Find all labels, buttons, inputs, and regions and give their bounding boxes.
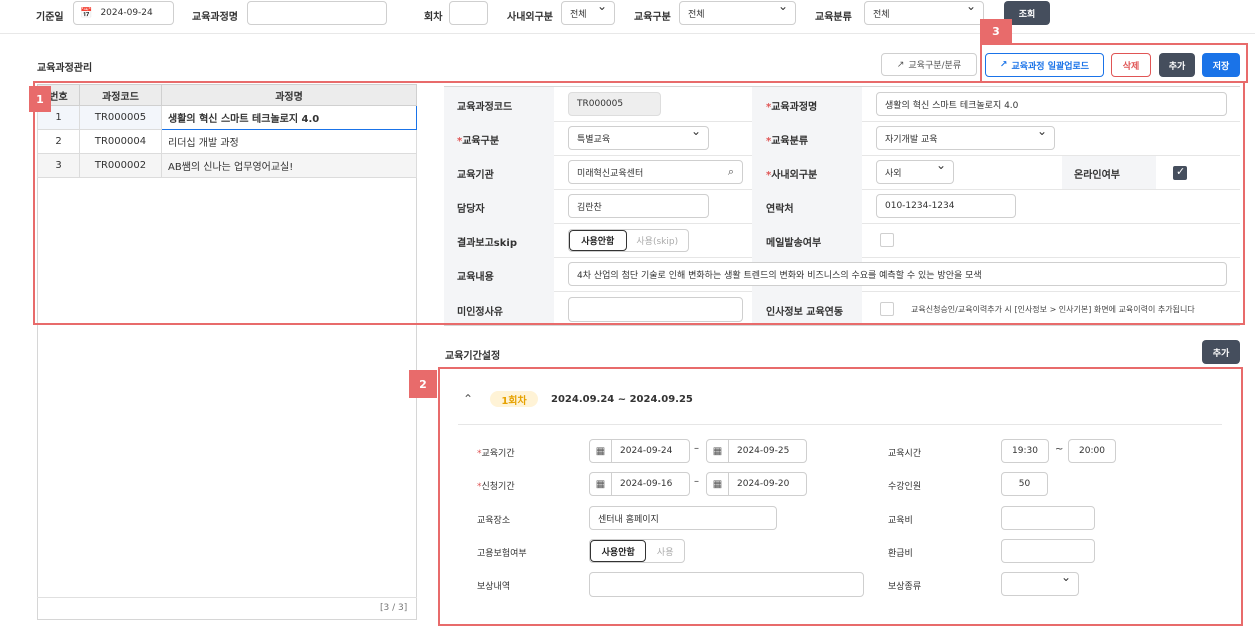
course-name-label: 교육과정명 <box>192 12 238 23</box>
list-footer-divider <box>37 597 417 598</box>
calendar-icon: 📅 <box>80 7 93 19</box>
base-date-label: 기준일 <box>36 12 64 23</box>
inout-label: 사내외구분 <box>507 12 553 23</box>
form-bottom-border <box>444 325 1240 326</box>
annotation-tag-1: 1 <box>29 86 51 112</box>
period-title: 교육기간설정 <box>445 351 501 362</box>
inout-select[interactable]: 전체 <box>561 1 615 25</box>
round-input[interactable] <box>449 1 488 25</box>
edu-type-label: 교육구분 <box>634 12 671 23</box>
base-date-input[interactable]: 📅 2024-09-24 <box>73 1 174 25</box>
category-button[interactable]: ↗ 교육구분/분류 <box>881 53 977 76</box>
annotation-tag-2: 2 <box>409 370 437 398</box>
annotation-box-2 <box>438 367 1243 626</box>
edu-type-select[interactable]: 전체 <box>679 1 796 25</box>
search-bar: 기준일 📅 2024-09-24 교육과정명 회차 사내외구분 전체 교육구분 … <box>0 0 1255 34</box>
annotation-box-3 <box>980 43 1248 83</box>
annotation-tag-3: 3 <box>980 19 1012 44</box>
course-name-input[interactable] <box>247 1 387 25</box>
edu-class-select[interactable]: 전체 <box>864 1 984 25</box>
pager-text: [3 / 3] <box>380 603 408 613</box>
round-label: 회차 <box>424 12 443 23</box>
period-add-button[interactable]: 추가 <box>1202 340 1240 364</box>
external-link-icon: ↗ <box>896 59 905 70</box>
edu-class-label: 교육분류 <box>815 12 852 23</box>
base-date-value: 2024-09-24 <box>100 8 153 18</box>
section-title: 교육과정관리 <box>37 63 93 74</box>
category-button-label: 교육구분/분류 <box>908 61 962 71</box>
annotation-box-1 <box>33 81 1245 325</box>
